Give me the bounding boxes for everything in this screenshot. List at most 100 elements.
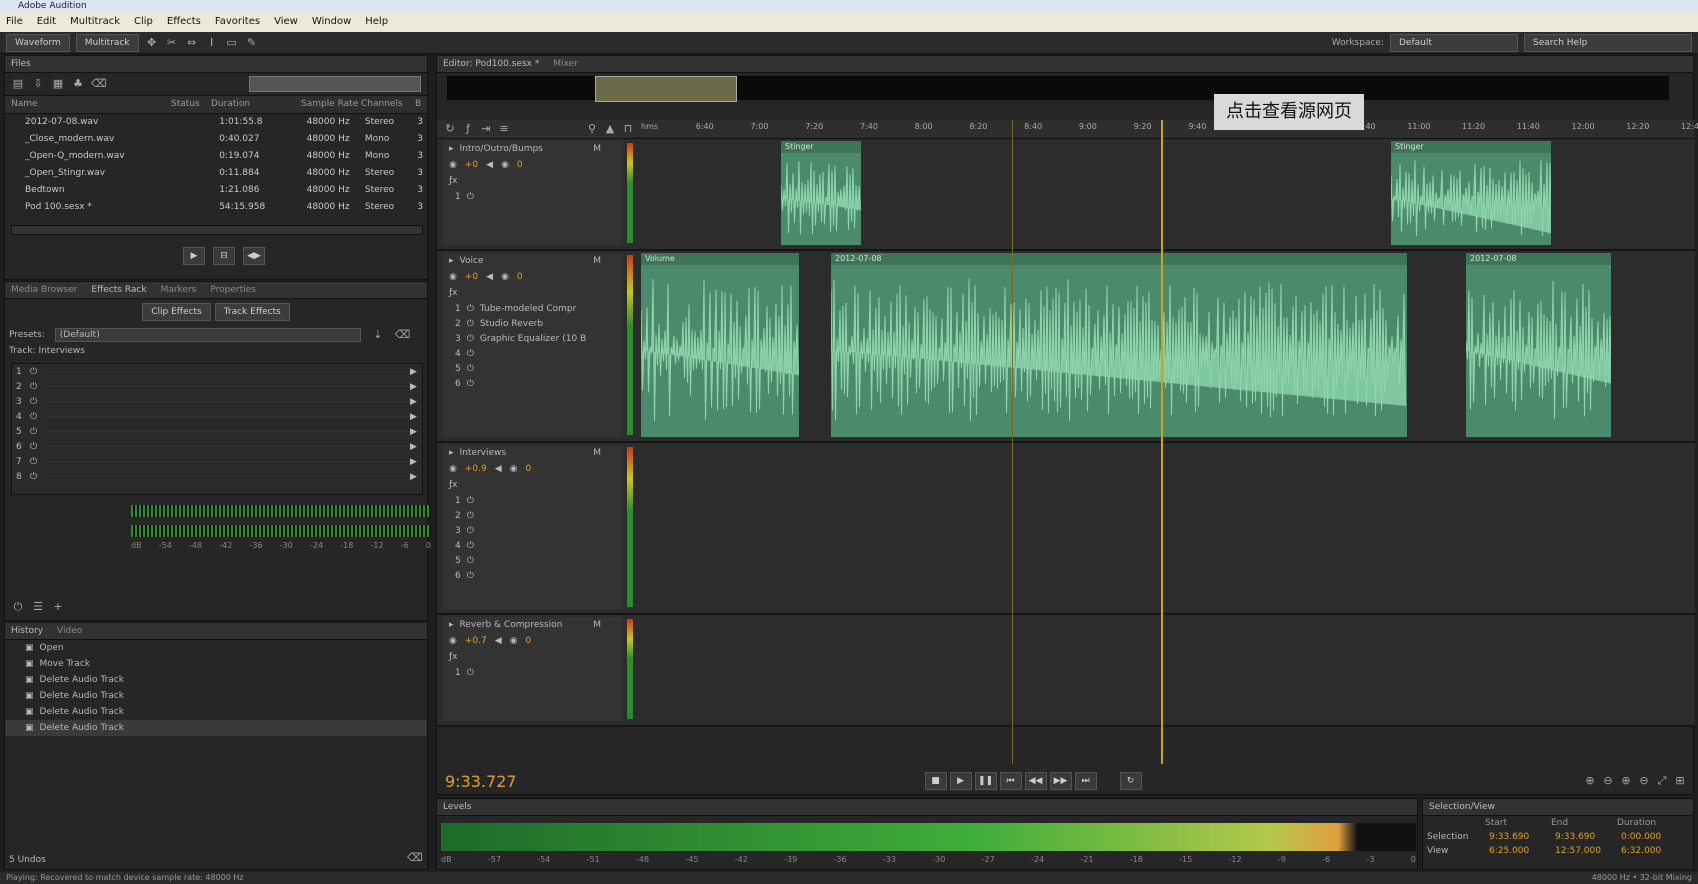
zoom-out-amplitude-icon[interactable]: ⊖: [1601, 774, 1615, 788]
lock-icon[interactable]: ⊓: [621, 122, 635, 136]
play-button[interactable]: ▶: [949, 772, 972, 790]
history-item[interactable]: ▣ Open: [5, 640, 427, 656]
search-help-field[interactable]: Search Help: [1524, 33, 1692, 52]
fx-power-icon[interactable]: ƒx: [449, 288, 458, 298]
mixer-tab[interactable]: Mixer: [553, 56, 578, 72]
track-effects-tab[interactable]: Track Effects: [214, 303, 290, 321]
zoom-out-time-icon[interactable]: ⊖: [1637, 774, 1651, 788]
track-volume[interactable]: +0.7: [465, 633, 487, 649]
move-tool-icon[interactable]: ✥: [145, 36, 159, 50]
menu-clip[interactable]: Clip: [134, 12, 153, 32]
loop-icon[interactable]: ↻: [443, 122, 457, 136]
fx-icon[interactable]: ƒ: [461, 122, 475, 136]
pause-button[interactable]: ❚❚: [974, 772, 997, 790]
file-row[interactable]: Bedtown 1:21.086 48000 Hz Stereo 3: [5, 182, 427, 199]
slot-arrow-icon[interactable]: ▶: [410, 457, 422, 467]
track-fx-power-icon[interactable]: ⏻: [467, 334, 474, 344]
playhead[interactable]: [1161, 120, 1163, 764]
new-file-icon[interactable]: ▦: [51, 77, 65, 91]
file-row[interactable]: _Close_modern.wav 0:40.027 48000 Hz Mono 3: [5, 131, 427, 148]
track-fx-power-icon[interactable]: ⏻: [467, 556, 474, 566]
pan-knob-icon[interactable]: ◉: [510, 461, 518, 477]
track-fx-slot[interactable]: 3 ⏻: [443, 523, 623, 538]
track-pan[interactable]: 0: [517, 269, 523, 285]
pan-knob-icon[interactable]: ◉: [501, 157, 509, 173]
track-name[interactable]: Reverb & Compression: [460, 617, 563, 633]
stop-button[interactable]: ■: [924, 772, 947, 790]
volume-knob-icon[interactable]: ◉: [449, 461, 457, 477]
track-fx-power-icon[interactable]: ⏻: [467, 192, 474, 202]
history-item[interactable]: ▣ Delete Audio Track: [5, 688, 427, 704]
editor-tab[interactable]: Editor: Pod100.sesx *: [443, 56, 539, 72]
fast-forward-button[interactable]: ▶▶: [1049, 772, 1072, 790]
slot-power-icon[interactable]: ⏻: [30, 397, 44, 407]
levels-tab[interactable]: Levels: [437, 799, 1417, 816]
track-fx-slot[interactable]: 2 ⏻ Studio Reverb: [443, 316, 623, 331]
time-ruler[interactable]: hms 6:40 7:00 7:20 7:40 8:00 8:20 8:40 9:00 9:20 9…: [641, 122, 1698, 136]
menu-edit[interactable]: Edit: [37, 12, 56, 32]
zoom-selection-icon[interactable]: ⊞: [1673, 774, 1687, 788]
col-name[interactable]: Name: [5, 96, 171, 113]
menu-multitrack[interactable]: Multitrack: [70, 12, 120, 32]
preview-play-button[interactable]: ▶: [183, 247, 205, 265]
history-item[interactable]: ▣ Move Track: [5, 656, 427, 672]
slip-tool-icon[interactable]: ⇔: [185, 36, 199, 50]
menu-file[interactable]: File: [6, 12, 23, 32]
menu-effects[interactable]: Effects: [167, 12, 201, 32]
selection-end[interactable]: 9:33.690: [1555, 832, 1621, 842]
col-rate[interactable]: Sample Rate: [301, 96, 361, 113]
track-name[interactable]: Intro/Outro/Bumps: [460, 141, 543, 157]
audio-clip[interactable]: Stinger: [1390, 141, 1552, 245]
col-duration[interactable]: Duration: [211, 96, 301, 113]
track-fx-power-icon[interactable]: ⏻: [467, 571, 474, 581]
mute-icon[interactable]: M: [593, 445, 601, 461]
menu-favorites[interactable]: Favorites: [215, 12, 260, 32]
menu-view[interactable]: View: [274, 12, 298, 32]
clip-effects-tab[interactable]: Clip Effects: [142, 303, 211, 321]
file-row[interactable]: 2012-07-08.wav 1:01:55.8 48000 Hz Stereo 3: [5, 114, 427, 131]
delete-preset-icon[interactable]: ⌫: [395, 328, 411, 342]
track-fx-power-icon[interactable]: ⏻: [467, 668, 474, 678]
col-b[interactable]: B: [415, 96, 425, 113]
history-item[interactable]: ▣ Delete Audio Track: [5, 720, 427, 736]
slot-power-icon[interactable]: ⏻: [30, 442, 44, 452]
multitrack-view-button[interactable]: Multitrack: [75, 33, 139, 52]
history-item[interactable]: ▣ Delete Audio Track: [5, 672, 427, 688]
track-pan[interactable]: 0: [526, 633, 532, 649]
slot-power-icon[interactable]: ⏻: [30, 412, 44, 422]
track-name[interactable]: Interviews: [460, 445, 507, 461]
audio-clip[interactable]: Volume: [640, 253, 799, 437]
overview-viewport[interactable]: [595, 76, 737, 102]
presets-select[interactable]: (Default): [54, 328, 361, 342]
track-fx-slot[interactable]: 2 ⏻: [443, 508, 623, 523]
view-start[interactable]: 6:25.000: [1489, 846, 1555, 856]
effect-slot[interactable]: 8 ⏻ ▶: [12, 469, 422, 484]
history-trash-icon[interactable]: ⌫: [407, 851, 423, 865]
tab-history[interactable]: History: [11, 623, 43, 639]
audio-clip[interactable]: 2012-07-08: [830, 253, 1407, 437]
effect-slot[interactable]: 3 ⏻ ▶: [12, 394, 422, 409]
slot-arrow-icon[interactable]: ▶: [410, 442, 422, 452]
time-selection-tool-icon[interactable]: I: [205, 36, 219, 50]
track-fx-slot[interactable]: 1 ⏻ Tube-modeled Compr: [443, 301, 623, 316]
metronome-icon[interactable]: ▲: [603, 122, 617, 136]
track-fx-power-icon[interactable]: ⏻: [467, 319, 474, 329]
track-fx-power-icon[interactable]: ⏻: [467, 379, 474, 389]
brush-tool-icon[interactable]: ✎: [245, 36, 259, 50]
menu-window[interactable]: Window: [312, 12, 351, 32]
col-channels[interactable]: Channels: [361, 96, 415, 113]
audio-clip[interactable]: 2012-07-08: [1465, 253, 1612, 437]
tab-video[interactable]: Video: [57, 623, 82, 639]
track-fx-slot[interactable]: 6 ⏻: [443, 568, 623, 583]
effect-slot[interactable]: 4 ⏻ ▶: [12, 409, 422, 424]
history-item[interactable]: ▣ Delete Audio Track: [5, 704, 427, 720]
track-fx-slot[interactable]: 1 ⏻: [443, 189, 623, 204]
slot-arrow-icon[interactable]: ▶: [410, 472, 422, 482]
slot-arrow-icon[interactable]: ▶: [410, 382, 422, 392]
track-fx-slot[interactable]: 1 ⏻: [443, 665, 623, 680]
marquee-tool-icon[interactable]: ▭: [225, 36, 239, 50]
waveform-view-button[interactable]: Waveform: [6, 33, 70, 52]
source-page-overlay[interactable]: 点击查看源网页: [1214, 94, 1364, 130]
slot-power-icon[interactable]: ⏻: [30, 457, 44, 467]
mute-icon[interactable]: M: [593, 141, 601, 157]
